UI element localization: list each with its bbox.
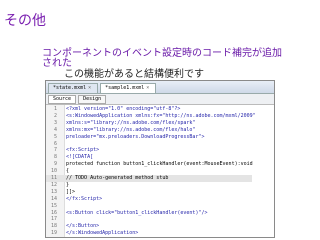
- code-text: </s:WindowedApplication>: [66, 230, 139, 237]
- editor-window: *state.mxml × *sample1.mxml × Source Des…: [45, 80, 275, 238]
- design-view-button[interactable]: Design: [78, 94, 107, 104]
- close-icon[interactable]: ×: [88, 85, 91, 91]
- code-text: // TODO Auto-generated method stub: [66, 175, 169, 181]
- tab-label: *sample1.mxml: [105, 85, 145, 91]
- tab-state-mxml[interactable]: *state.mxml ×: [48, 83, 99, 93]
- description-line-1: コンポーネントのイベント設定時のコード補完が追加: [42, 48, 282, 59]
- code-text: protected function button1_clickHandler(…: [66, 161, 253, 168]
- code-editor[interactable]: 1 <?xml version="1.0" encoding="utf-8"?> 2…: [46, 105, 274, 237]
- sub-caption: この機能があると結構便利です: [64, 69, 204, 80]
- code-text: </fx:Script>: [66, 195, 103, 202]
- source-view-button[interactable]: Source: [48, 94, 77, 104]
- tab-sample1-mxml[interactable]: *sample1.mxml ×: [100, 83, 157, 93]
- close-icon[interactable]: ×: [146, 85, 149, 91]
- code-line: 11 // TODO Auto-generated method stub: [46, 175, 252, 182]
- code-text: <s:Button click="button1_clickHandler(ev…: [66, 209, 208, 216]
- view-toggle-bar: Source Design: [46, 94, 274, 105]
- line-number: 19: [50, 230, 57, 237]
- code-text: preloader="mx.preloaders.DownloadProgres…: [66, 133, 205, 140]
- editor-tab-bar: *state.mxml × *sample1.mxml ×: [46, 81, 274, 94]
- tab-label: *state.mxml: [53, 85, 87, 91]
- slide-title: その他: [4, 13, 46, 29]
